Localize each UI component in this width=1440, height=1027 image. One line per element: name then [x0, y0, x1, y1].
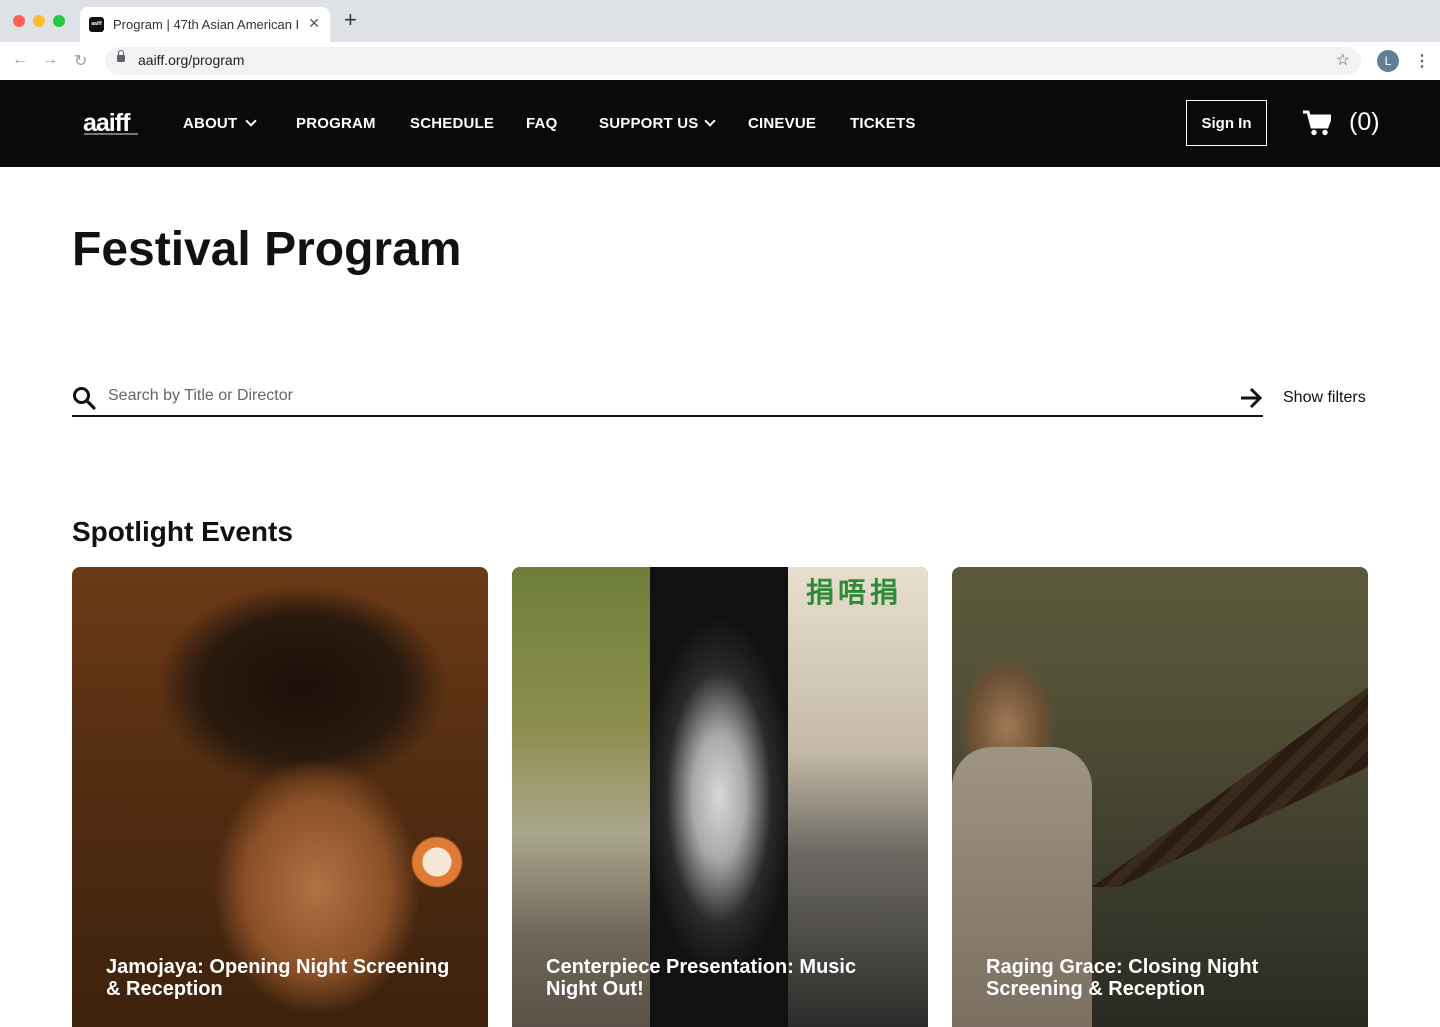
event-card-raging-grace[interactable]: Raging Grace: Closing Night Screening & … — [952, 567, 1368, 1027]
chevron-down-icon — [703, 115, 716, 127]
nav-tickets[interactable]: TICKETS — [850, 115, 916, 132]
reload-icon[interactable]: ↻ — [74, 51, 87, 71]
event-card-title[interactable]: Raging Grace: Closing Night Screening & … — [986, 956, 1334, 1000]
tab-title: Program | 47th Asian American F — [113, 17, 298, 32]
nav-cinevue[interactable]: CINEVUE — [748, 115, 816, 132]
card-image-detail — [1092, 687, 1368, 887]
cart-icon[interactable] — [1303, 110, 1331, 136]
favicon-icon: aaiff — [89, 17, 104, 32]
event-card-jamojaya[interactable]: Jamojaya: Opening Night Screening & Rece… — [72, 567, 488, 1027]
chevron-down-icon — [245, 115, 257, 127]
page-title: Festival Program — [72, 223, 462, 276]
window-close-button[interactable] — [13, 15, 25, 27]
star-icon[interactable]: ☆ — [1336, 50, 1350, 70]
card-image-sign-text: 捐唔捐 — [806, 576, 903, 609]
event-card-title[interactable]: Jamojaya: Opening Night Screening & Rece… — [106, 956, 454, 1000]
card-image-detail — [402, 817, 472, 907]
nav-program[interactable]: PROGRAM — [296, 115, 376, 132]
nav-faq[interactable]: FAQ — [526, 115, 557, 132]
arrow-right-icon[interactable] — [1239, 386, 1263, 410]
browser-tabbar: aaiff Program | 47th Asian American F ✕ … — [0, 0, 1440, 42]
new-tab-icon[interactable]: + — [344, 9, 357, 31]
search-bar — [72, 380, 1263, 417]
menu-icon[interactable]: ⋮ — [1414, 51, 1430, 71]
address-bar[interactable]: aaiff.org/program ☆ — [105, 47, 1361, 75]
lock-icon — [117, 50, 125, 62]
forward-icon[interactable]: → — [42, 51, 58, 69]
back-icon[interactable]: ← — [12, 51, 28, 69]
browser-toolbar: ← → ↻ aaiff.org/program ☆ L ⋮ — [0, 42, 1440, 81]
section-title-spotlight: Spotlight Events — [72, 516, 293, 547]
nav-support-label: SUPPORT US — [599, 115, 699, 132]
sign-in-button[interactable]: Sign In — [1186, 100, 1267, 146]
window-minimize-button[interactable] — [33, 15, 45, 27]
nav-support-us[interactable]: SUPPORT US — [599, 115, 716, 132]
window-maximize-button[interactable] — [53, 15, 65, 27]
search-input[interactable] — [106, 386, 1210, 406]
logo-tagline-line — [84, 133, 138, 135]
nav-about-label: ABOUT — [183, 115, 238, 132]
search-icon — [73, 387, 96, 410]
show-filters-button[interactable]: Show filters — [1283, 389, 1366, 407]
profile-avatar[interactable]: L — [1377, 50, 1399, 72]
event-card-centerpiece[interactable]: 捐唔捐 Centerpiece Presentation: Music Nigh… — [512, 567, 928, 1027]
site-header: aaiff ABOUT PROGRAM SCHEDULE FAQ SUPPORT… — [0, 80, 1440, 167]
tab-close-icon[interactable]: ✕ — [308, 15, 320, 32]
nav-schedule[interactable]: SCHEDULE — [410, 115, 494, 132]
url-text: aaiff.org/program — [138, 52, 245, 68]
cart-count[interactable]: (0) — [1349, 108, 1380, 137]
nav-about[interactable]: ABOUT — [183, 115, 257, 132]
event-card-title[interactable]: Centerpiece Presentation: Music Night Ou… — [546, 956, 894, 1000]
browser-tab[interactable]: aaiff Program | 47th Asian American F ✕ — [80, 7, 330, 42]
